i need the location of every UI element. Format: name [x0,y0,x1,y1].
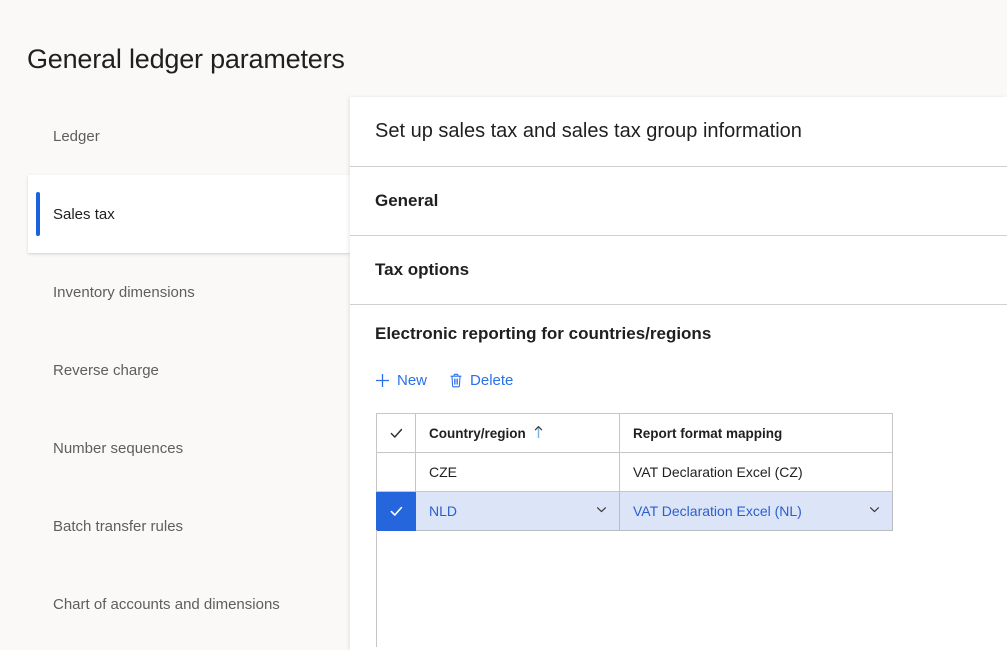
section-electronic-reporting: Electronic reporting for countries/regio… [350,305,1007,647]
cell-value: NLD [429,503,458,519]
grid-table: Country/region Report format mapping CZE… [376,413,893,531]
sort-ascending-icon [533,425,544,442]
sidebar-item-chart-of-accounts-and-dimensions[interactable]: Chart of accounts and dimensions [0,565,350,643]
sidebar-tablist: Ledger Sales tax Inventory dimensions Re… [0,97,350,650]
new-button-label: New [397,371,428,389]
sidebar-item-label: Ledger [53,127,100,145]
chevron-down-icon[interactable] [595,503,608,519]
cell-country-region[interactable]: CZE [415,452,620,492]
plus-icon [375,373,390,388]
cell-report-format-mapping[interactable]: VAT Declaration Excel (CZ) [619,452,893,492]
delete-button[interactable]: Delete [449,372,513,389]
table-row[interactable]: CZE VAT Declaration Excel (CZ) [376,452,893,492]
section-header-tax-options[interactable]: Tax options [350,236,1007,304]
row-select-cell[interactable] [376,452,416,492]
column-header-report-format-mapping[interactable]: Report format mapping [619,413,893,453]
page-title: General ledger parameters [27,44,345,74]
sidebar-item-number-sequences[interactable]: Number sequences [0,409,350,487]
new-button[interactable]: New [375,372,427,389]
section-header-electronic-reporting[interactable]: Electronic reporting for countries/regio… [350,305,1007,363]
sidebar-item-ledger[interactable]: Ledger [0,97,350,175]
sidebar-item-label: Chart of accounts and dimensions [53,595,280,613]
trash-icon [449,373,463,388]
row-select-cell[interactable] [376,491,416,531]
grid-toolbar: New Delete [350,363,1007,397]
grid-header-row: Country/region Report format mapping [376,413,893,453]
column-header-label: Country/region [429,425,526,441]
section-general: General [350,167,1007,235]
content-header-title: Set up sales tax and sales tax group inf… [375,120,802,142]
delete-button-label: Delete [470,371,514,389]
selection-accent-bar [36,192,40,236]
sidebar-item-reverse-charge[interactable]: Reverse charge [0,331,350,409]
sidebar-item-sales-tax[interactable]: Sales tax [28,175,350,253]
checkmark-icon [377,414,415,452]
grid-left-rule [376,530,377,647]
content-panel: Set up sales tax and sales tax group inf… [350,97,1007,650]
sidebar-item-inventory-dimensions[interactable]: Inventory dimensions [0,253,350,331]
sidebar-item-label: Number sequences [53,439,184,457]
section-header-general[interactable]: General [350,167,1007,235]
checkmark-icon [377,492,415,530]
column-header-label: Report format mapping [633,425,783,441]
sidebar-item-label: Batch transfer rules [53,517,184,535]
select-all-header-cell[interactable] [376,413,416,453]
cell-value: CZE [429,464,457,480]
electronic-reporting-grid: Country/region Report format mapping CZE… [376,413,1007,647]
table-row[interactable]: NLD VAT Declaration Excel (NL) [376,491,893,531]
sidebar-item-label: Inventory dimensions [53,283,195,301]
sidebar-item-label: Reverse charge [53,361,159,379]
section-tax-options: Tax options [350,236,1007,304]
cell-country-region[interactable]: NLD [415,491,620,531]
sidebar-item-label: Sales tax [53,205,115,223]
cell-value: VAT Declaration Excel (NL) [633,503,802,519]
sidebar-item-batch-transfer-rules[interactable]: Batch transfer rules [0,487,350,565]
column-header-country-region[interactable]: Country/region [415,413,620,453]
cell-value: VAT Declaration Excel (CZ) [633,464,803,480]
chevron-down-icon[interactable] [868,503,881,519]
cell-report-format-mapping[interactable]: VAT Declaration Excel (NL) [619,491,893,531]
